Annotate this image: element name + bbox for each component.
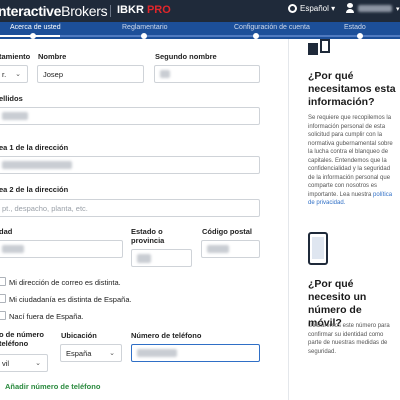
state-field[interactable] <box>131 249 192 267</box>
middle-name-label: Segundo nombre <box>155 52 217 61</box>
surname-field[interactable] <box>0 107 260 125</box>
postal-code-redacted <box>207 245 229 253</box>
state-label: Estado o provincia <box>131 227 165 245</box>
postal-code-label: Código postal <box>202 227 252 236</box>
why-info-text: Se requiere que recopilemos la informaci… <box>308 114 394 208</box>
user-name-redacted <box>358 5 392 12</box>
address2-label: ea 2 de la dirección <box>0 185 69 194</box>
step-regulatory: Reglamentario <box>122 24 168 31</box>
add-phone-link[interactable]: Añadir número de teléfono <box>5 382 100 391</box>
document-icon-part <box>320 39 330 53</box>
treatment-value: r. <box>2 70 7 79</box>
middle-name-field[interactable] <box>154 65 260 83</box>
treatment-label: tamiento <box>0 52 31 61</box>
first-name-field[interactable]: Josep <box>37 65 144 83</box>
mailing-address-checkbox[interactable] <box>0 277 6 286</box>
address1-redacted <box>2 161 72 169</box>
surname-label: ellidos <box>0 94 23 103</box>
postal-code-field[interactable] <box>201 240 260 258</box>
language-label: Español ▾ <box>300 4 336 13</box>
phone-type-label: o de número teléfono <box>0 330 45 348</box>
phone-number-redacted <box>137 349 177 357</box>
chevron-down-icon: ⌄ <box>109 350 115 357</box>
treatment-select[interactable]: r. ⌄ <box>0 65 28 83</box>
step-account-config: Configuración de cuenta <box>234 24 310 31</box>
chevron-down-icon: ⌄ <box>15 71 21 78</box>
documents-icon <box>308 39 330 56</box>
language-selector[interactable]: Español ▾ <box>288 4 335 13</box>
citizenship-label: Mi ciudadanía es distinta de España. <box>9 295 132 304</box>
why-info-title: ¿Por qué necesitamos esta información? <box>308 70 396 108</box>
phone-number-label: Número de teléfono <box>131 331 202 340</box>
first-name-label: Nombre <box>38 52 67 61</box>
progress-stepper: Acerca de usted Reglamentario Configurac… <box>0 22 400 39</box>
phone-type-value: vil <box>2 359 10 368</box>
document-icon-part <box>308 43 318 55</box>
stepper-track <box>0 35 400 37</box>
address2-field[interactable]: pt., despacho, planta, etc. <box>0 199 260 217</box>
step-dot-2 <box>141 33 147 39</box>
phone-type-select[interactable]: vil ⌄ <box>0 354 48 372</box>
brand-thin: Brokers <box>61 3 108 19</box>
step-dot-4 <box>357 33 363 39</box>
city-field[interactable] <box>0 240 123 258</box>
why-info-body: Se requiere que recopilemos la informaci… <box>308 115 393 198</box>
sidebar-divider <box>288 39 289 400</box>
surname-redacted <box>2 112 28 120</box>
step-status: Estado <box>344 24 366 31</box>
address1-field[interactable] <box>0 156 260 174</box>
city-label: dad <box>0 227 13 236</box>
address1-label: ea 1 de la dirección <box>0 143 69 152</box>
born-abroad-label: Nací fuera de España. <box>9 312 84 321</box>
step-about-you[interactable]: Acerca de usted <box>10 24 61 31</box>
product-accent: PRO <box>146 4 171 16</box>
globe-icon <box>288 4 297 13</box>
location-select[interactable]: España ⌄ <box>60 344 122 362</box>
location-label: Ubicación <box>61 331 97 340</box>
citizenship-checkbox[interactable] <box>0 294 6 303</box>
user-menu[interactable]: ▾ <box>346 3 400 14</box>
interactive-brokers-logo[interactable]: nteractiveBrokers <box>0 3 108 19</box>
top-bar: nteractiveBrokers IBKR PRO Español ▾ ▾ <box>0 0 400 22</box>
ibkr-pro-logo: IBKR PRO <box>117 4 171 16</box>
brand-bold: nteractive <box>0 3 62 19</box>
step-dot-1 <box>30 33 36 39</box>
logo-divider <box>110 5 111 17</box>
user-icon <box>346 3 354 14</box>
why-phone-text: Utilizaremos este número para confirmar … <box>308 323 390 355</box>
state-redacted <box>137 254 151 263</box>
user-caret: ▾ <box>396 5 400 13</box>
product-main: IBKR <box>117 4 147 16</box>
phone-number-field[interactable] <box>131 344 260 362</box>
born-abroad-checkbox[interactable] <box>0 311 6 320</box>
middle-name-redacted <box>160 70 170 78</box>
chevron-down-icon: ⌄ <box>35 360 41 367</box>
mailing-address-label: Mi dirección de correo es distinta. <box>9 278 121 287</box>
mobile-phone-icon <box>308 232 328 265</box>
step-dot-3 <box>253 33 259 39</box>
city-redacted <box>2 245 24 253</box>
location-value: España <box>66 349 92 358</box>
